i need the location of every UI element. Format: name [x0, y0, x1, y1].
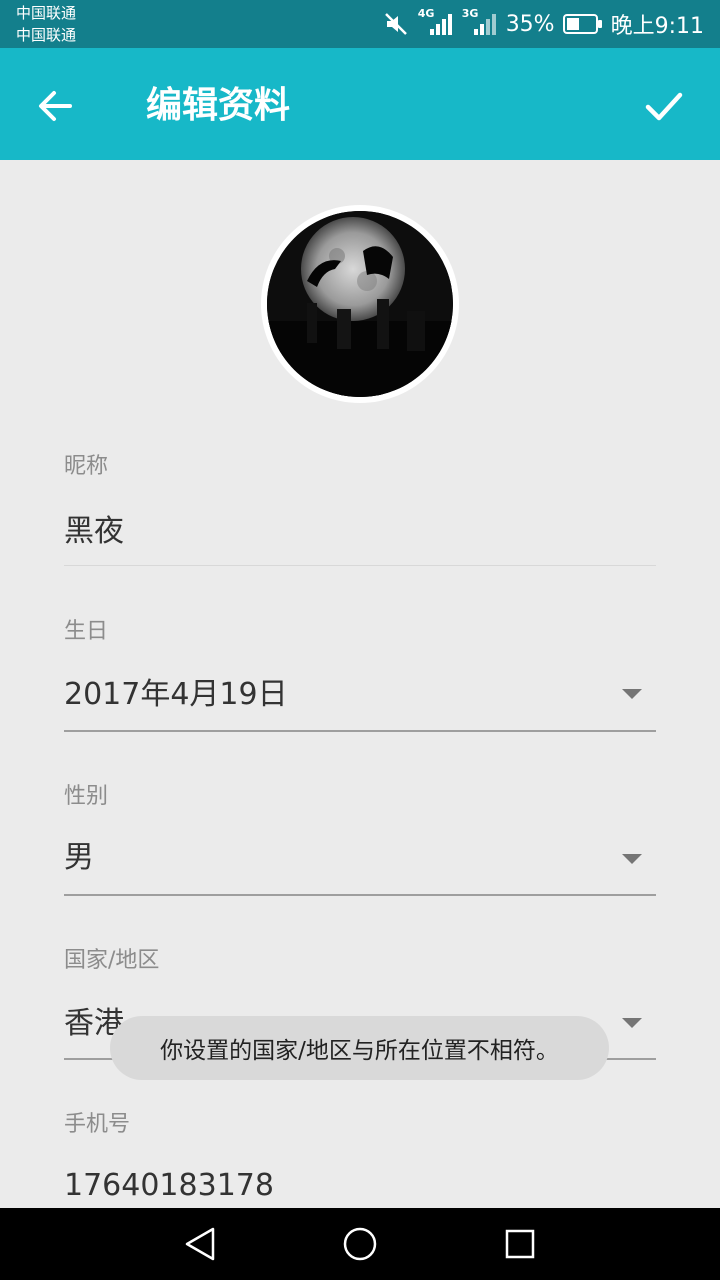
status-bar: 中国联通 中国联通 4G 3G 35% 晚上9:11: [0, 0, 720, 48]
page-title: 编辑资料: [146, 85, 291, 126]
nickname-input[interactable]: 黑夜: [64, 512, 124, 552]
birthday-select[interactable]: 2017年4月19日: [64, 675, 288, 715]
gender-label: 性别: [64, 784, 109, 809]
confirm-button[interactable]: [636, 78, 692, 134]
gender-field[interactable]: 性别 男: [64, 782, 656, 897]
arrow-left-icon: [39, 91, 72, 121]
birthday-label: 生日: [64, 619, 109, 644]
avatar: [267, 211, 453, 397]
check-icon: [645, 92, 683, 121]
avatar-button[interactable]: [261, 205, 459, 403]
phone-input[interactable]: 17640183178: [64, 1166, 274, 1206]
carrier-1: 中国联通: [16, 4, 77, 22]
birthday-field[interactable]: 生日 2017年4月19日: [64, 617, 656, 732]
square-recents-icon: [505, 1229, 535, 1259]
nav-home-button[interactable]: [340, 1224, 380, 1264]
nickname-label: 昵称: [64, 454, 109, 479]
battery-percent: 35%: [505, 11, 555, 37]
carrier-2: 中国联通: [16, 26, 77, 44]
toast-message: 你设置的国家/地区与所在位置不相符。: [110, 1016, 609, 1080]
system-nav-bar: [0, 1208, 720, 1280]
birthday-underline: [64, 730, 656, 732]
network-2-label: 3G: [461, 7, 479, 20]
nickname-underline: [64, 565, 656, 566]
signal-3g-icon: 3G: [462, 7, 498, 37]
phone-field[interactable]: 手机号 17640183178: [64, 1110, 656, 1208]
nav-back-button[interactable]: [180, 1224, 220, 1264]
gender-select[interactable]: 男: [64, 838, 94, 878]
chevron-down-icon: [622, 854, 642, 864]
mute-icon: [384, 12, 410, 36]
chevron-down-icon: [622, 689, 642, 699]
battery-icon: [562, 13, 603, 35]
nav-recents-button[interactable]: [500, 1224, 540, 1264]
chevron-down-icon: [622, 1018, 642, 1028]
status-icons: 4G 3G 35% 晚上9:11: [384, 0, 704, 48]
region-label: 国家/地区: [64, 948, 160, 973]
back-button[interactable]: [28, 78, 84, 134]
app-toolbar: 编辑资料: [0, 48, 720, 160]
nickname-field[interactable]: 昵称 黑夜: [64, 452, 656, 566]
circle-home-icon: [343, 1227, 377, 1261]
triangle-back-icon: [185, 1227, 215, 1261]
gender-underline: [64, 894, 656, 896]
clock: 晚上9:11: [610, 14, 704, 39]
phone-label: 手机号: [64, 1112, 131, 1137]
signal-4g-icon: 4G: [418, 7, 454, 37]
network-1-label: 4G: [417, 7, 435, 20]
